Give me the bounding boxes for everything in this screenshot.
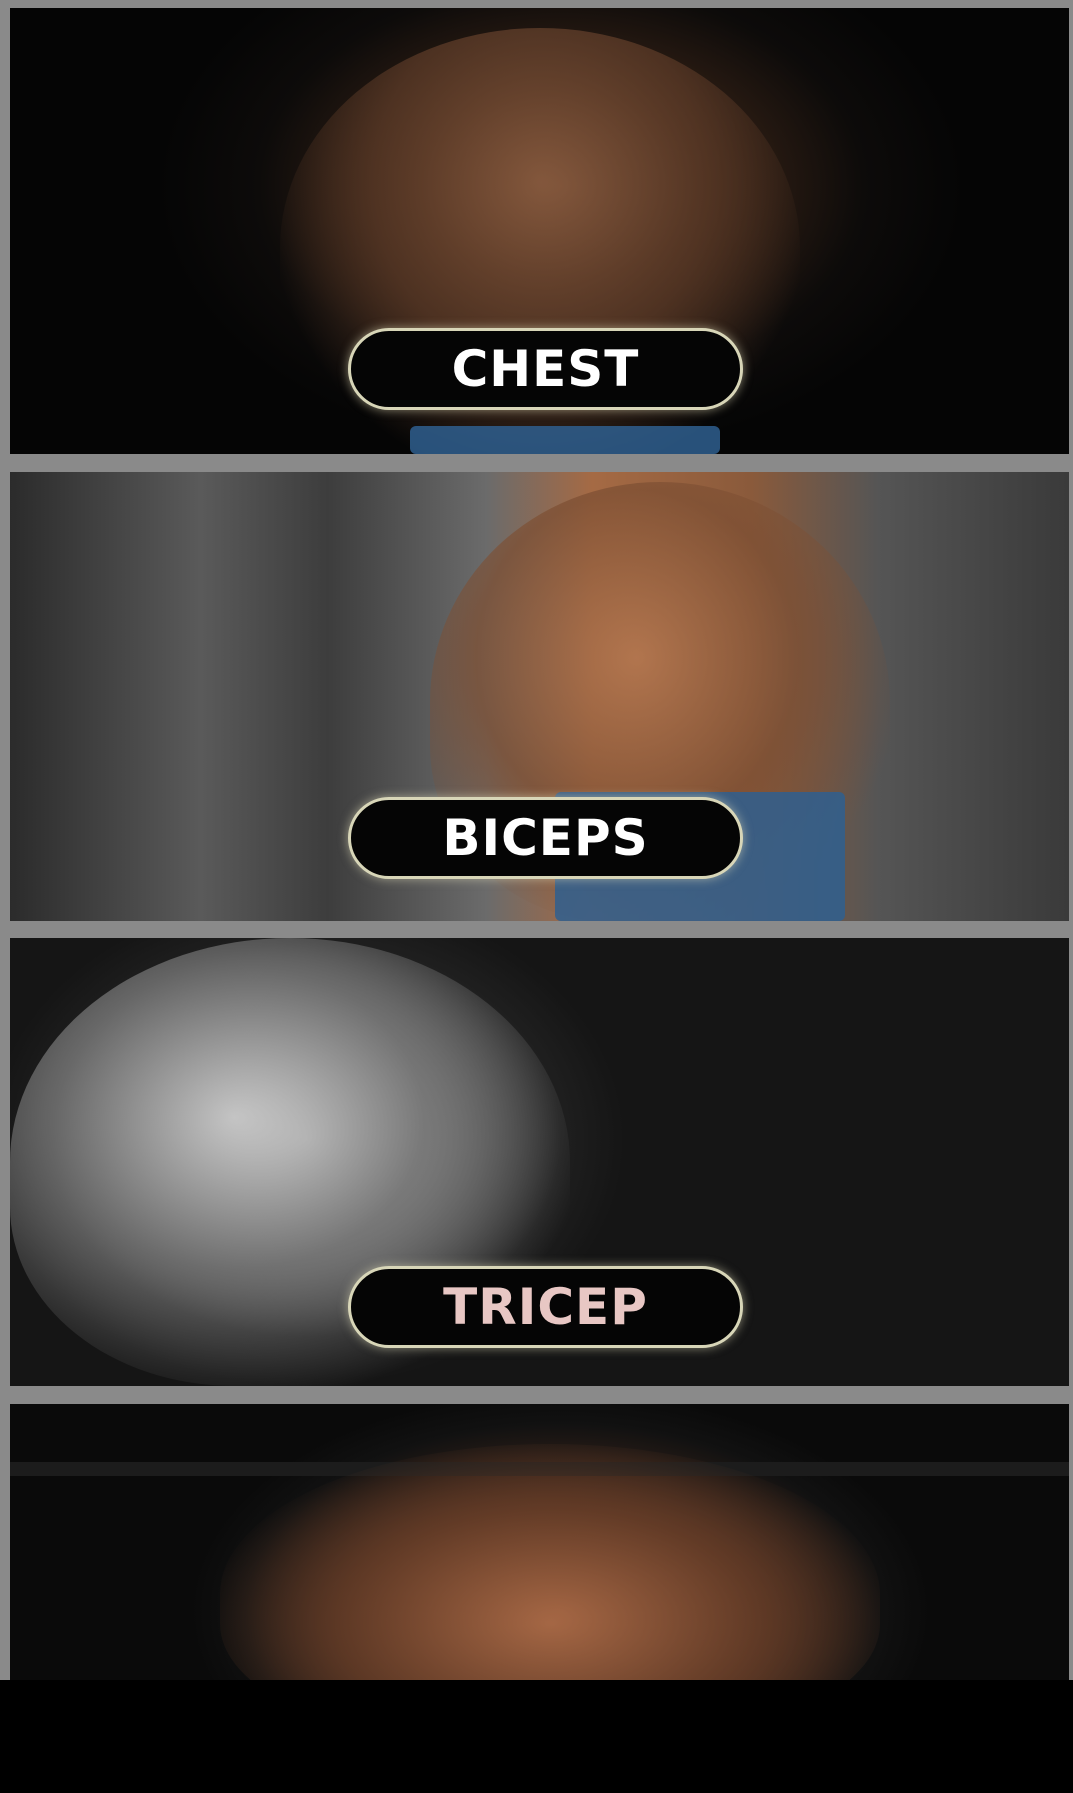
biceps-label: BICEPS [348, 797, 743, 879]
chest-category-card[interactable]: CHEST [10, 8, 1069, 454]
chest-label: CHEST [348, 328, 743, 410]
tricep-category-card[interactable]: TRICEP [10, 938, 1069, 1386]
tricep-label: TRICEP [348, 1266, 743, 1348]
back-photo [220, 1444, 880, 1680]
workout-category-list: CHEST BICEPS TRICEP [0, 0, 1073, 1680]
biceps-category-card[interactable]: BICEPS [10, 472, 1069, 921]
back-category-card[interactable] [10, 1404, 1069, 1680]
shorts-graphic [410, 426, 720, 454]
